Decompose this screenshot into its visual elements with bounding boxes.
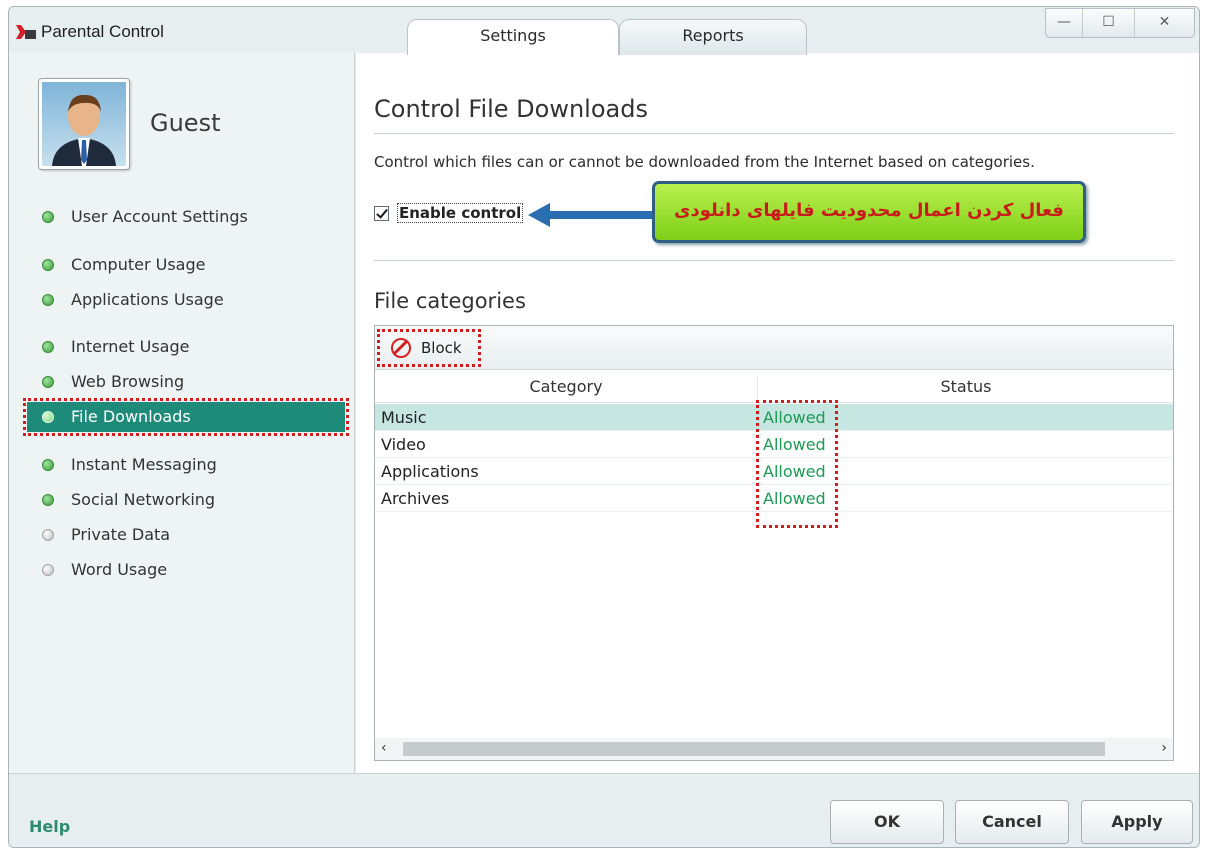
status-dot-icon (42, 494, 54, 506)
sidebar-item-computer-usage[interactable]: Computer Usage (27, 247, 345, 283)
arrow-shaft (546, 211, 652, 219)
status-cell[interactable]: Allowed (763, 435, 826, 454)
table-toolbar: Block (375, 326, 1173, 370)
status-cell[interactable]: Allowed (763, 462, 826, 481)
sidebar-item-label: Social Networking (71, 490, 216, 509)
page-description: Control which files can or cannot be dow… (374, 153, 1035, 171)
window-title: Parental Control (41, 22, 164, 41)
table-row[interactable]: Applications Allowed (375, 458, 1173, 485)
status-dot-icon (42, 564, 54, 576)
cancel-button[interactable]: Cancel (955, 800, 1069, 844)
status-dot-icon (42, 376, 54, 388)
sidebar-item-user-account-settings[interactable]: User Account Settings (27, 199, 345, 235)
status-cell[interactable]: Allowed (763, 489, 826, 508)
sidebar-item-instant-messaging[interactable]: Instant Messaging (27, 447, 345, 483)
avatar[interactable] (38, 78, 130, 170)
category-cell: Applications (381, 462, 479, 481)
sidebar-item-applications-usage[interactable]: Applications Usage (27, 282, 345, 318)
title-bar: Parental Control Settings Reports — ☐ ✕ (9, 7, 1199, 55)
scroll-left-icon[interactable]: ‹ (381, 740, 387, 756)
ok-button[interactable]: OK (830, 800, 944, 844)
user-name: Guest (150, 109, 221, 137)
kaspersky-logo-icon (16, 25, 36, 39)
divider (374, 133, 1174, 134)
window-controls: — ☐ ✕ (1045, 8, 1195, 38)
sidebar-item-word-usage[interactable]: Word Usage (27, 552, 345, 588)
sidebar-item-label: User Account Settings (71, 207, 248, 226)
sidebar-item-label: Computer Usage (71, 255, 206, 274)
tab-settings[interactable]: Settings (407, 19, 619, 55)
section-title: File categories (374, 289, 526, 313)
block-button[interactable]: Block (377, 329, 481, 367)
sidebar-item-label: Instant Messaging (71, 455, 217, 474)
sidebar-item-label: Applications Usage (71, 290, 224, 309)
sidebar-item-label: Word Usage (71, 560, 168, 579)
status-dot-icon (42, 529, 54, 541)
minimize-button[interactable]: — (1046, 9, 1082, 37)
block-button-label: Block (421, 339, 462, 357)
main-panel: Control File Downloads Control which fil… (356, 53, 1199, 773)
sidebar-item-label: Private Data (71, 525, 171, 544)
annotation-callout: فعال کردن اعمال محدودیت فایلهای دانلودی (652, 181, 1086, 243)
status-dot-icon (42, 211, 54, 223)
sidebar-item-label: File Downloads (71, 407, 191, 426)
file-categories-table: Block Category Status Music Allowed Vide… (374, 325, 1174, 761)
help-link[interactable]: Help (29, 817, 70, 836)
maximize-button[interactable]: ☐ (1082, 9, 1134, 37)
table-row[interactable]: Archives Allowed (375, 485, 1173, 512)
footer: Help OK Cancel Apply (9, 773, 1199, 847)
status-dot-icon (42, 459, 54, 471)
sidebar-item-label: Web Browsing (71, 372, 185, 391)
table-row[interactable]: Video Allowed (375, 431, 1173, 458)
sidebar-item-file-downloads[interactable]: File Downloads (23, 398, 349, 436)
category-cell: Music (381, 408, 427, 427)
divider (374, 260, 1174, 261)
horizontal-scrollbar[interactable]: ‹ › (375, 738, 1173, 760)
status-dot-icon (42, 259, 54, 271)
close-button[interactable]: ✕ (1134, 9, 1194, 37)
table-row[interactable]: Music Allowed (375, 404, 1173, 431)
checkbox-checked-icon[interactable] (374, 205, 389, 221)
status-cell[interactable]: Allowed (763, 408, 826, 427)
page-title: Control File Downloads (374, 95, 648, 123)
table-header: Category Status (375, 370, 1173, 403)
parental-control-window: Parental Control Settings Reports — ☐ ✕ … (8, 6, 1200, 848)
column-header-category[interactable]: Category (375, 377, 757, 396)
scroll-right-icon[interactable]: › (1161, 740, 1167, 756)
sidebar-item-web-browsing[interactable]: Web Browsing (27, 364, 345, 400)
column-header-status[interactable]: Status (757, 377, 1175, 396)
user-avatar-icon (42, 82, 126, 166)
sidebar-item-social-networking[interactable]: Social Networking (27, 482, 345, 518)
category-cell: Archives (381, 489, 450, 508)
block-icon (391, 338, 411, 358)
tab-reports[interactable]: Reports (619, 19, 807, 55)
sidebar: Guest User Account Settings Computer Usa… (9, 53, 355, 773)
status-dot-icon (42, 411, 54, 423)
scroll-thumb[interactable] (403, 742, 1105, 756)
status-dot-icon (42, 341, 54, 353)
status-dot-icon (42, 294, 54, 306)
sidebar-item-internet-usage[interactable]: Internet Usage (27, 329, 345, 365)
enable-control-label: Enable control (397, 203, 524, 223)
sidebar-item-label: Internet Usage (71, 337, 190, 356)
sidebar-item-private-data[interactable]: Private Data (27, 517, 345, 553)
category-cell: Video (381, 435, 426, 454)
apply-button[interactable]: Apply (1081, 800, 1193, 844)
enable-control-checkbox[interactable]: Enable control (374, 203, 524, 223)
